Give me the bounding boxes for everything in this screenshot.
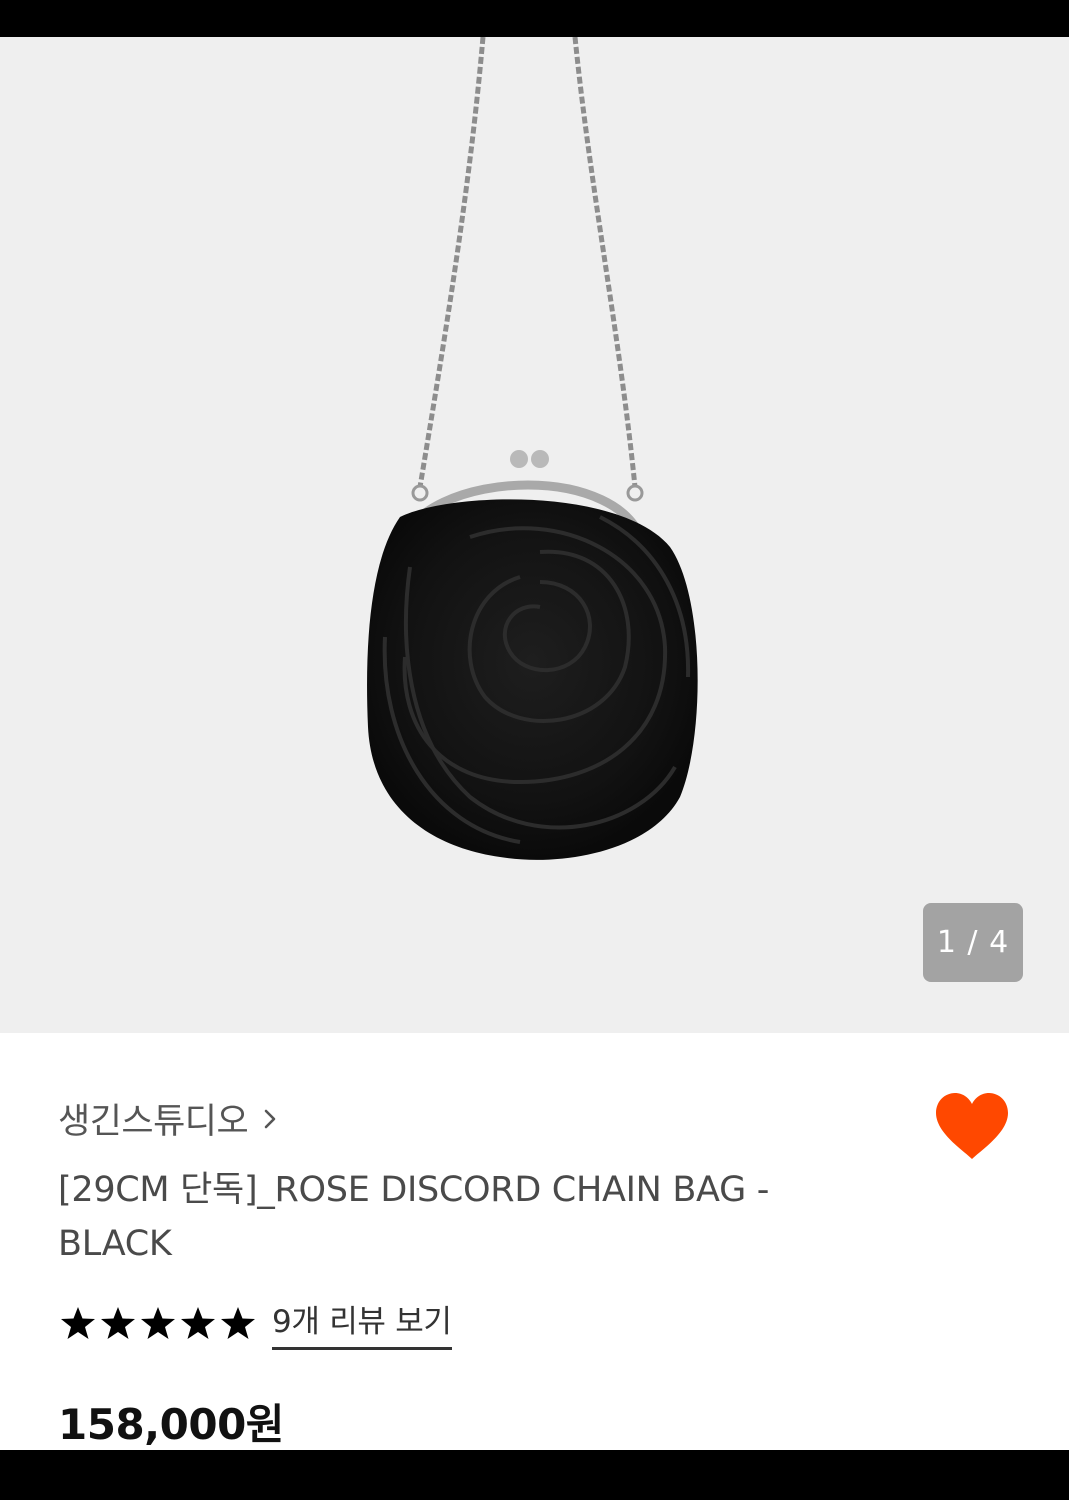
- star-rating: [60, 1306, 256, 1340]
- star-icon: [181, 1307, 215, 1339]
- status-bar: [0, 0, 1069, 37]
- brand-name[interactable]: 생긴스튜디오: [58, 1093, 249, 1144]
- rating-row: 9개 리뷰 보기: [60, 1296, 452, 1350]
- view-reviews-link[interactable]: 9개 리뷰 보기: [272, 1296, 452, 1350]
- star-icon: [101, 1307, 135, 1339]
- star-icon: [61, 1307, 95, 1339]
- image-page-counter: 1 / 4: [923, 903, 1023, 982]
- brand-link[interactable]: 생긴스튜디오: [58, 1093, 278, 1144]
- heart-icon[interactable]: [934, 1091, 1010, 1161]
- product-image-gallery[interactable]: 1 / 4: [0, 37, 1069, 1033]
- product-price: 158,000원: [58, 1400, 284, 1449]
- product-title: [29CM 단독]_ROSE DISCORD CHAIN BAG - BLACK: [58, 1170, 770, 1264]
- bottom-bar: [0, 1450, 1069, 1500]
- product-info: 생긴스튜디오 [29CM 단독]_ROSE DISCORD CHAIN BAG …: [0, 1033, 1069, 1450]
- chevron-right-icon: [264, 1109, 276, 1128]
- star-icon: [141, 1307, 175, 1339]
- product-image: [367, 37, 698, 860]
- star-icon: [221, 1307, 255, 1339]
